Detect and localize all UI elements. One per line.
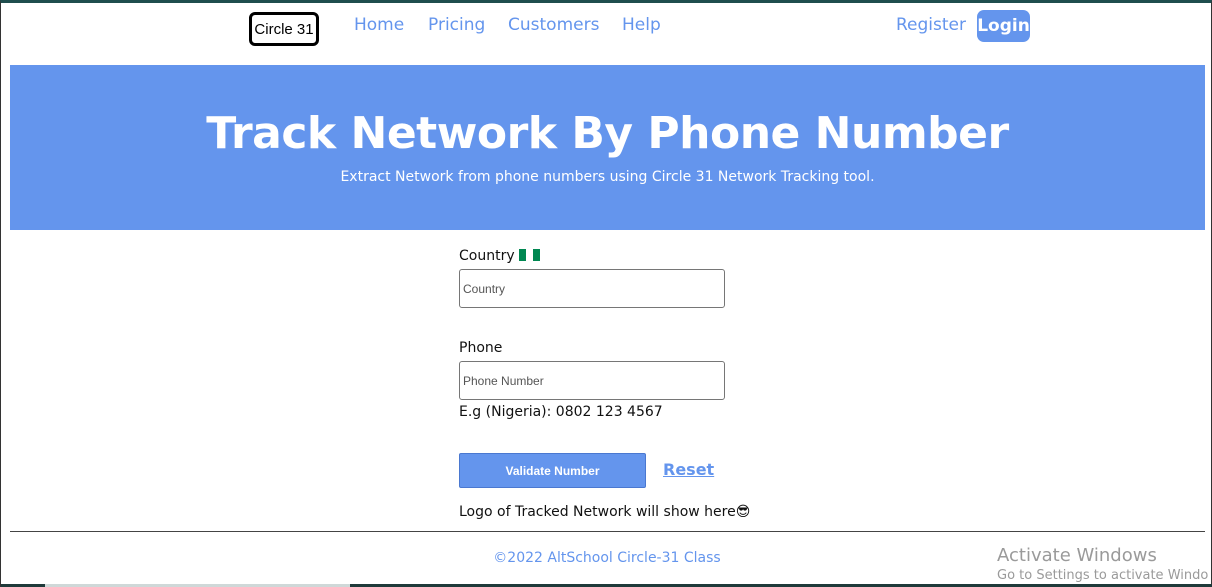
sunglasses-emoji-icon: 😎 bbox=[735, 504, 751, 520]
phone-label: Phone bbox=[459, 340, 503, 356]
watermark-subtitle: Go to Settings to activate Windo bbox=[997, 568, 1209, 583]
activate-windows-watermark: Activate Windows Go to Settings to activ… bbox=[997, 545, 1208, 583]
site-logo[interactable]: Circle 31 bbox=[249, 12, 319, 46]
page-title: Track Network By Phone Number bbox=[206, 108, 1009, 159]
logo-note-text: Logo of Tracked Network will show here bbox=[459, 504, 736, 520]
phone-hint: E.g (Nigeria): 0802 123 4567 bbox=[459, 404, 663, 420]
footer-divider bbox=[10, 531, 1205, 532]
watermark-title: Activate Windows bbox=[997, 545, 1157, 566]
nav-link-help[interactable]: Help bbox=[622, 15, 661, 35]
network-logo-placeholder: Logo of Tracked Network will show here😎 bbox=[459, 504, 750, 520]
reset-link[interactable]: Reset bbox=[663, 460, 714, 479]
nigeria-flag-icon bbox=[518, 249, 540, 261]
country-label: Country bbox=[459, 248, 540, 264]
nav-link-home[interactable]: Home bbox=[354, 15, 404, 35]
hero-subtitle: Extract Network from phone numbers using… bbox=[340, 169, 875, 185]
country-label-text: Country bbox=[459, 248, 515, 264]
nav-link-pricing[interactable]: Pricing bbox=[428, 15, 485, 35]
country-input[interactable] bbox=[459, 269, 725, 308]
validate-number-button[interactable]: Validate Number bbox=[459, 453, 646, 488]
nav-link-customers[interactable]: Customers bbox=[508, 15, 599, 35]
login-button[interactable]: Login bbox=[977, 10, 1030, 42]
top-navbar: Circle 31 Home Pricing Customers Help Re… bbox=[1, 3, 1211, 65]
register-link[interactable]: Register bbox=[896, 15, 966, 35]
phone-input[interactable] bbox=[459, 361, 725, 400]
hero-banner: Track Network By Phone Number Extract Ne… bbox=[10, 65, 1205, 230]
